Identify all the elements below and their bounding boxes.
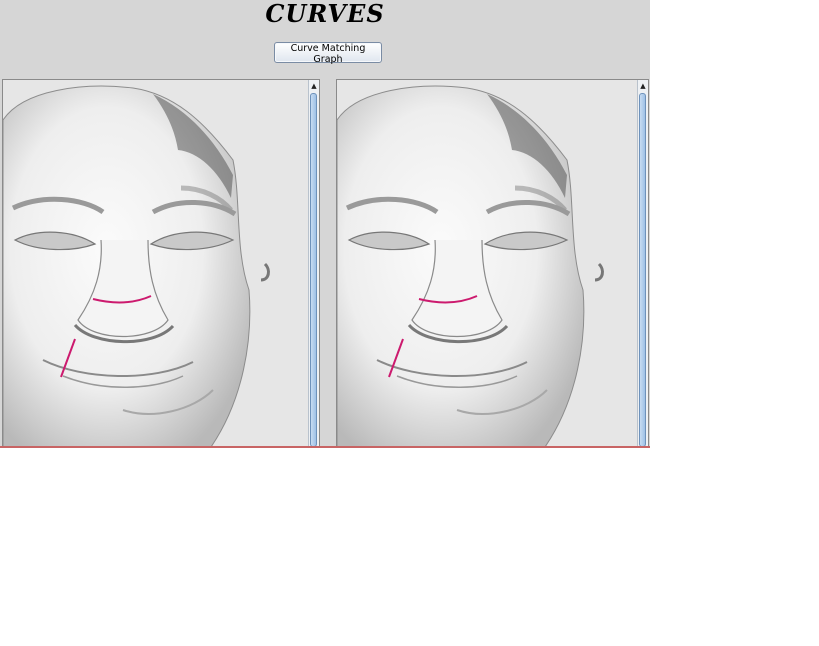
curve-matching-graph-button[interactable]: Curve Matching Graph bbox=[274, 42, 382, 65]
face-scan-image bbox=[337, 85, 604, 446]
scroll-thumb[interactable] bbox=[639, 93, 646, 446]
left-face-panel: ▲ bbox=[2, 79, 320, 446]
app-title: CURVES bbox=[265, 0, 385, 28]
application-window: CURVES Curve Matching Graph ▲ ▲ bbox=[0, 0, 650, 448]
scroll-thumb[interactable] bbox=[310, 93, 317, 446]
face-scan-image bbox=[3, 85, 270, 446]
scroll-up-arrow-icon[interactable]: ▲ bbox=[638, 80, 648, 92]
right-vertical-scrollbar[interactable]: ▲ bbox=[637, 80, 648, 446]
scroll-up-arrow-icon[interactable]: ▲ bbox=[309, 80, 319, 92]
left-vertical-scrollbar[interactable]: ▲ bbox=[308, 80, 319, 446]
right-face-panel: ▲ bbox=[336, 79, 649, 446]
